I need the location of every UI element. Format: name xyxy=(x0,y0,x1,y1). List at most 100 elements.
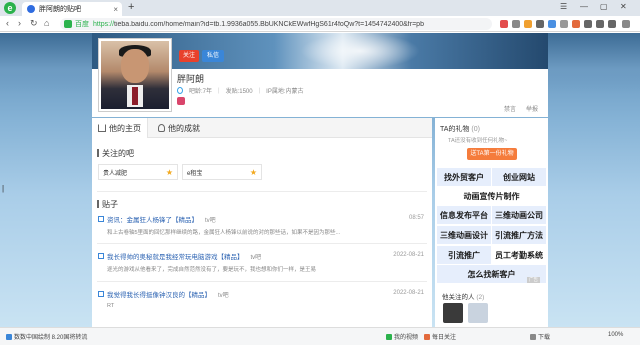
post-time: 2022-08-21 xyxy=(393,290,424,296)
star-bookmark-icon[interactable] xyxy=(512,20,520,28)
forward-icon[interactable]: › xyxy=(18,18,21,28)
posts-title: 贴子 xyxy=(97,199,118,210)
shield-icon xyxy=(64,20,72,28)
followers-count: (2) xyxy=(476,294,485,301)
status-video[interactable]: 我的视频 xyxy=(386,332,418,341)
profile-stats: 吧龄:7年 | 发贴:1500 | IP属地:内蒙古 xyxy=(177,86,304,95)
stat-separator: | xyxy=(258,87,261,94)
home-icon[interactable]: ⌂ xyxy=(44,18,49,28)
post-forum[interactable]: tv吧 xyxy=(251,252,262,261)
stat-ip: IP属地:内蒙古 xyxy=(266,89,304,95)
status-download-label: 下载 xyxy=(538,335,551,341)
zoom-level[interactable]: 100% xyxy=(608,332,623,338)
refresh-icon[interactable]: ↻ xyxy=(30,18,38,29)
post-excerpt: RT xyxy=(107,303,115,309)
stat-separator: | xyxy=(218,87,220,94)
fire-icon xyxy=(424,333,430,340)
close-icon[interactable]: × xyxy=(113,5,118,14)
address-bar-row: ‹ › ↻ ⌂ 百度 https:// tieba.baidu.com/home… xyxy=(0,16,640,32)
close-window-icon[interactable]: ✕ xyxy=(620,2,627,11)
ban-link[interactable]: 禁言 xyxy=(504,104,516,113)
home-tab-icon xyxy=(98,124,106,132)
video-icon[interactable] xyxy=(524,20,532,28)
site-label: 百度 xyxy=(75,21,89,28)
scissors-icon[interactable] xyxy=(584,20,592,28)
forum-name: e租宝 xyxy=(187,170,203,177)
badge-icon[interactable] xyxy=(177,97,185,105)
message-button[interactable]: 私信 xyxy=(202,50,224,62)
post-icon xyxy=(98,216,104,222)
ad-link[interactable]: 引流推广方法 xyxy=(492,226,546,244)
follower-avatar[interactable] xyxy=(443,303,463,323)
menu-icon[interactable]: ☰ xyxy=(560,2,567,11)
status-news[interactable]: 数数中国绘制 8.20国将转流 xyxy=(6,332,87,341)
game-icon[interactable] xyxy=(548,20,556,28)
ad-link[interactable]: 三维动画设计 xyxy=(437,226,491,244)
back-icon[interactable]: ‹ xyxy=(6,18,9,28)
url-input[interactable]: 百度 https:// tieba.baidu.com/home/main?id… xyxy=(60,18,492,30)
ad-link[interactable]: 动画宣传片制作 xyxy=(437,187,546,205)
settings-icon[interactable] xyxy=(622,20,630,28)
download-status-icon xyxy=(530,333,536,340)
camera-icon[interactable] xyxy=(536,20,544,28)
post-forum[interactable]: tv吧 xyxy=(205,215,216,224)
male-icon xyxy=(177,87,183,94)
status-daily-label: 每日关注 xyxy=(432,335,457,341)
banner-wave xyxy=(300,33,420,69)
gift-empty-text: TA还没有收到任何礼物~ xyxy=(448,138,508,144)
ad-tag: 广告 xyxy=(527,277,540,283)
grid-icon[interactable] xyxy=(560,20,568,28)
undo-icon[interactable] xyxy=(596,20,604,28)
status-download[interactable]: 下载 xyxy=(530,332,550,341)
followed-forums-title: 关注的吧 xyxy=(97,148,134,159)
send-gift-button[interactable]: 送TA第一份礼物 xyxy=(467,148,517,160)
ad-link[interactable]: 信息发布平台 xyxy=(437,206,491,224)
extension-icon[interactable] xyxy=(500,20,508,28)
ad-link[interactable]: 找外贸客户 xyxy=(437,168,491,186)
url-text: tieba.baidu.com/home/main?id=tb.1.9936a0… xyxy=(114,20,424,28)
more-icon[interactable] xyxy=(608,20,616,28)
followers-title-text: 他关注的人 xyxy=(442,294,475,301)
post-divider xyxy=(97,243,427,244)
report-links: 禁言 举报 xyxy=(504,104,538,113)
news-icon xyxy=(6,333,12,340)
avatar[interactable] xyxy=(98,38,172,112)
minimize-icon[interactable]: — xyxy=(580,2,588,11)
tab-home-label: 他的主页 xyxy=(109,123,141,133)
stat-posts: 发贴:1500 xyxy=(225,89,253,95)
star-icon: ★ xyxy=(165,168,173,177)
forum-name: 贵人减肥 xyxy=(103,170,128,177)
star-icon: ★ xyxy=(249,168,257,177)
follow-button[interactable]: 关注 xyxy=(179,50,199,62)
tab-achievements[interactable]: 他的成就 xyxy=(152,118,206,138)
ad-link[interactable]: 引流推广 xyxy=(437,246,491,264)
username: 胖阿朗 xyxy=(177,74,205,84)
post-title-link[interactable]: 资讯：金属狂人杨锋了【精品】 xyxy=(107,214,198,224)
maximize-icon[interactable]: ▢ xyxy=(600,2,608,11)
ad-link[interactable]: 三维动画公司 xyxy=(492,206,546,224)
person-icon xyxy=(158,124,165,132)
gift-title-text: TA的礼物 xyxy=(440,126,470,133)
tab-achievements-label: 他的成就 xyxy=(168,123,200,133)
post-title-link[interactable]: 我长得帅的奥秘就是我经常玩电脑游戏【精品】 xyxy=(107,251,244,261)
browser-tab[interactable]: 胖阿朗的贴吧 × xyxy=(22,2,122,16)
status-daily[interactable]: 每日关注 xyxy=(424,332,456,341)
follower-avatar[interactable] xyxy=(468,303,488,323)
new-tab-button[interactable]: + xyxy=(128,1,134,13)
ad-link[interactable]: 创业网站 xyxy=(492,168,546,186)
gift-title: TA的礼物 (0) xyxy=(440,124,480,134)
post-forum[interactable]: tv吧 xyxy=(218,290,229,299)
browser-logo-icon[interactable]: e xyxy=(4,2,16,14)
forum-card[interactable]: e租宝 ★ xyxy=(182,164,262,180)
status-news-text: 数数中国绘制 8.20国将转流 xyxy=(14,335,88,341)
post-title-link[interactable]: 我觉得我长得挺像钟汉良的【精品】 xyxy=(107,289,211,299)
forum-card[interactable]: 贵人减肥 ★ xyxy=(98,164,178,180)
url-scheme: https:// xyxy=(93,20,115,28)
tab-home[interactable]: 他的主页 xyxy=(92,118,148,138)
avatar-photo xyxy=(101,41,169,109)
post-divider xyxy=(97,281,427,282)
report-link[interactable]: 举报 xyxy=(526,104,538,113)
download-icon[interactable] xyxy=(572,20,580,28)
post-icon xyxy=(98,253,104,259)
ad-link[interactable]: 员工考勤系统 xyxy=(492,246,546,264)
